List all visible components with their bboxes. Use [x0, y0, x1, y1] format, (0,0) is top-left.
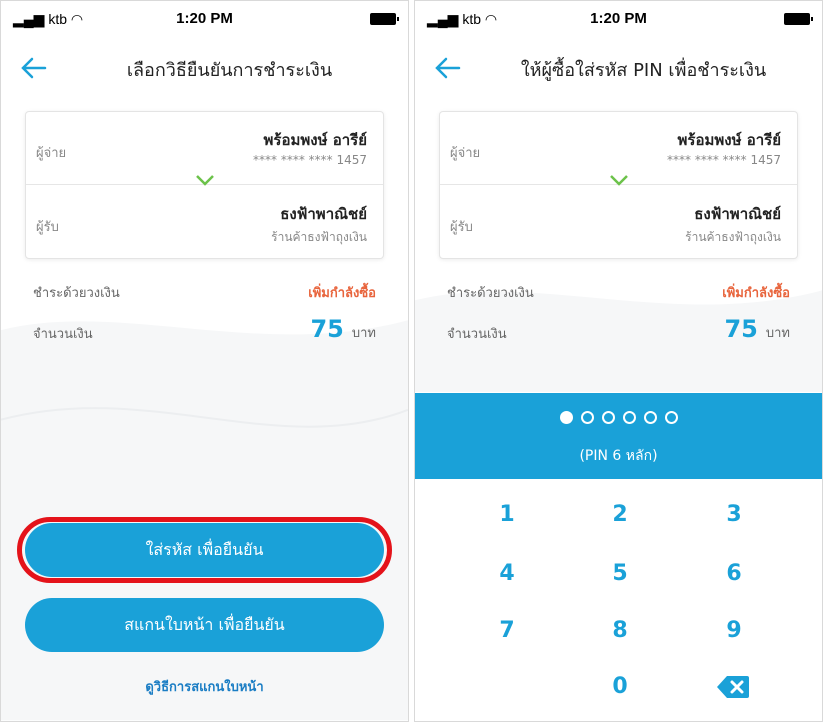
battery-icon — [784, 13, 813, 25]
back-arrow-icon[interactable] — [433, 53, 463, 83]
back-arrow-icon[interactable] — [19, 53, 49, 83]
pay-with-value: เพิ่มกำลังซื้อ — [308, 286, 376, 301]
amount-value: 75 บาท — [310, 315, 376, 343]
page-title: ให้ผู้ซื้อใส่รหัส PIN เพื่อชำระเงิน — [520, 60, 767, 81]
payer-account: **** **** **** 1457 — [667, 153, 781, 167]
pin-dot — [559, 411, 573, 424]
highlight-annotation — [17, 517, 392, 583]
key-1[interactable]: 1 — [477, 495, 537, 535]
pin-dot — [580, 411, 594, 424]
key-9[interactable]: 9 — [704, 611, 764, 651]
status-time: 1:20 PM — [176, 10, 233, 27]
phone-screen-confirm-method: ▂▄▆ ktb ◠ 1:20 PM เลือกวิธียืนยันการชำระ… — [0, 0, 409, 722]
key-2[interactable]: 2 — [590, 495, 650, 535]
payee-label: ผู้รับ — [450, 220, 473, 235]
key-5[interactable]: 5 — [590, 554, 650, 594]
payment-parties-card: ผู้จ่าย พร้อมพงษ์ อารีย์ **** **** **** … — [439, 111, 798, 259]
amount-number: 75 — [310, 315, 344, 343]
payer-label: ผู้จ่าย — [36, 146, 67, 161]
key-7[interactable]: 7 — [477, 611, 537, 651]
payee-label: ผู้รับ — [36, 220, 59, 235]
amount-label: จำนวนเงิน — [33, 327, 93, 342]
payer-account: **** **** **** 1457 — [253, 153, 367, 167]
pin-dot — [643, 411, 657, 424]
pin-dot — [601, 411, 615, 424]
face-scan-help-link[interactable]: ดูวิธีการสแกนใบหน้า — [1, 676, 408, 697]
amount-value: 75 บาท — [724, 315, 790, 343]
page-title: เลือกวิธียืนยันการชำระเงิน — [126, 60, 333, 81]
pay-with-label: ชำระด้วยวงเงิน — [447, 286, 534, 301]
amount-unit: บาท — [351, 326, 376, 341]
pin-dots — [415, 409, 822, 428]
pay-with-value: เพิ่มกำลังซื้อ — [722, 286, 790, 301]
pin-dot — [664, 411, 678, 424]
pin-dot — [622, 411, 636, 424]
key-8[interactable]: 8 — [590, 611, 650, 651]
amount-unit: บาท — [765, 326, 790, 341]
payee-name: ธงฟ้าพาณิชย์ — [280, 205, 367, 223]
key-3[interactable]: 3 — [704, 495, 764, 535]
payee-subtitle: ร้านค้าธงฟ้าถุงเงิน — [685, 230, 781, 244]
header: เลือกวิธียืนยันการชำระเงิน — [1, 45, 408, 91]
key-4[interactable]: 4 — [477, 554, 537, 594]
status-time: 1:20 PM — [590, 10, 647, 27]
payer-label: ผู้จ่าย — [450, 146, 481, 161]
key-0[interactable]: 0 — [590, 667, 650, 707]
backspace-icon[interactable] — [717, 675, 749, 699]
payer-name: พร้อมพงษ์ อารีย์ — [677, 131, 781, 149]
battery-icon — [370, 13, 399, 25]
payment-parties-card: ผู้จ่าย พร้อมพงษ์ อารีย์ **** **** **** … — [25, 111, 384, 259]
face-scan-button[interactable]: สแกนใบหน้า เพื่อยืนยัน — [25, 598, 384, 652]
amount-number: 75 — [724, 315, 758, 343]
payee-subtitle: ร้านค้าธงฟ้าถุงเงิน — [271, 230, 367, 244]
status-bar: ▂▄▆ ktb ◠ 1:20 PM — [1, 1, 408, 39]
payer-name: พร้อมพงษ์ อารีย์ — [263, 131, 367, 149]
chevron-down-icon — [609, 175, 628, 186]
pin-entry-panel: (PIN 6 หลัก) — [415, 393, 822, 479]
phone-screen-pin-entry: ▂▄▆ ktb ◠ 1:20 PM ให้ผู้ซื้อใส่รหัส PIN … — [414, 0, 823, 722]
key-6[interactable]: 6 — [704, 554, 764, 594]
amount-label: จำนวนเงิน — [447, 327, 507, 342]
payee-name: ธงฟ้าพาณิชย์ — [694, 205, 781, 223]
chevron-down-icon — [195, 175, 214, 186]
pay-with-label: ชำระด้วยวงเงิน — [33, 286, 120, 301]
pin-hint: (PIN 6 หลัก) — [579, 448, 658, 464]
header: ให้ผู้ซื้อใส่รหัส PIN เพื่อชำระเงิน — [415, 45, 822, 91]
status-bar: ▂▄▆ ktb ◠ 1:20 PM — [415, 1, 822, 39]
